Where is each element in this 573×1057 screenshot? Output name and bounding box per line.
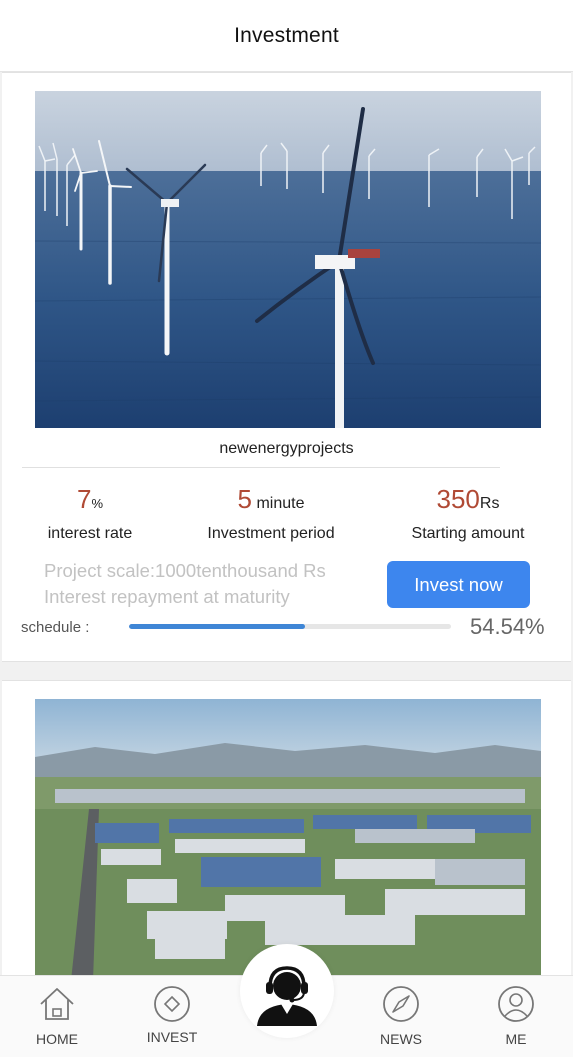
progress-fill [129, 624, 305, 629]
period-label: Investment period [207, 525, 335, 542]
schedule-label: schedule : [21, 619, 90, 636]
industrial-park-photo[interactable] [35, 699, 541, 981]
invest-icon [154, 986, 190, 1022]
interest-rate-unit: % [91, 496, 104, 511]
stat-investment-period: 5 minute Investment period [176, 483, 366, 543]
tab-home[interactable]: HOME [12, 976, 102, 1057]
interest-rate-label: interest rate [47, 525, 133, 542]
wind-farm-photo[interactable] [35, 91, 541, 428]
invest-now-button[interactable]: Invest now [387, 561, 530, 608]
customer-service-button[interactable] [240, 944, 334, 1038]
period-value: 5 [237, 484, 252, 514]
divider [22, 467, 500, 468]
interest-rate-value: 7 [76, 484, 92, 514]
period-unit: minute [256, 495, 305, 512]
project-card[interactable]: newenergyprojects 7% interest rate 5 min… [2, 72, 571, 662]
repayment-text: Interest repayment at maturity [44, 586, 290, 607]
project-name: newenergyprojects [219, 440, 354, 457]
customer-service-headset-icon [257, 966, 317, 1026]
starting-amount-unit: Rs [479, 495, 500, 512]
tab-invest-label: INVEST [146, 1029, 198, 1045]
starting-amount-label: Starting amount [411, 525, 525, 542]
compass-icon [383, 986, 419, 1022]
tab-news[interactable]: NEWS [356, 976, 446, 1057]
stat-starting-amount: 350Rs Starting amount [373, 483, 563, 543]
stat-interest-rate: 7% interest rate [0, 483, 185, 543]
tab-home-label: HOME [36, 1031, 78, 1047]
schedule-progress-bar [129, 624, 451, 629]
tab-invest[interactable]: INVEST [127, 976, 217, 1057]
project-card[interactable] [2, 680, 571, 981]
top-header: Investment [0, 0, 573, 72]
progress-percent: 54.54% [470, 614, 545, 639]
user-icon [498, 986, 534, 1022]
home-icon [40, 988, 74, 1020]
starting-amount-value: 350 [436, 484, 480, 514]
tab-me-label: ME [505, 1031, 527, 1047]
tab-me[interactable]: ME [471, 976, 561, 1057]
page-title: Investment [234, 23, 339, 47]
tab-news-label: NEWS [380, 1031, 422, 1047]
project-scale-text: Project scale:1000tenthousand Rs [44, 560, 326, 581]
